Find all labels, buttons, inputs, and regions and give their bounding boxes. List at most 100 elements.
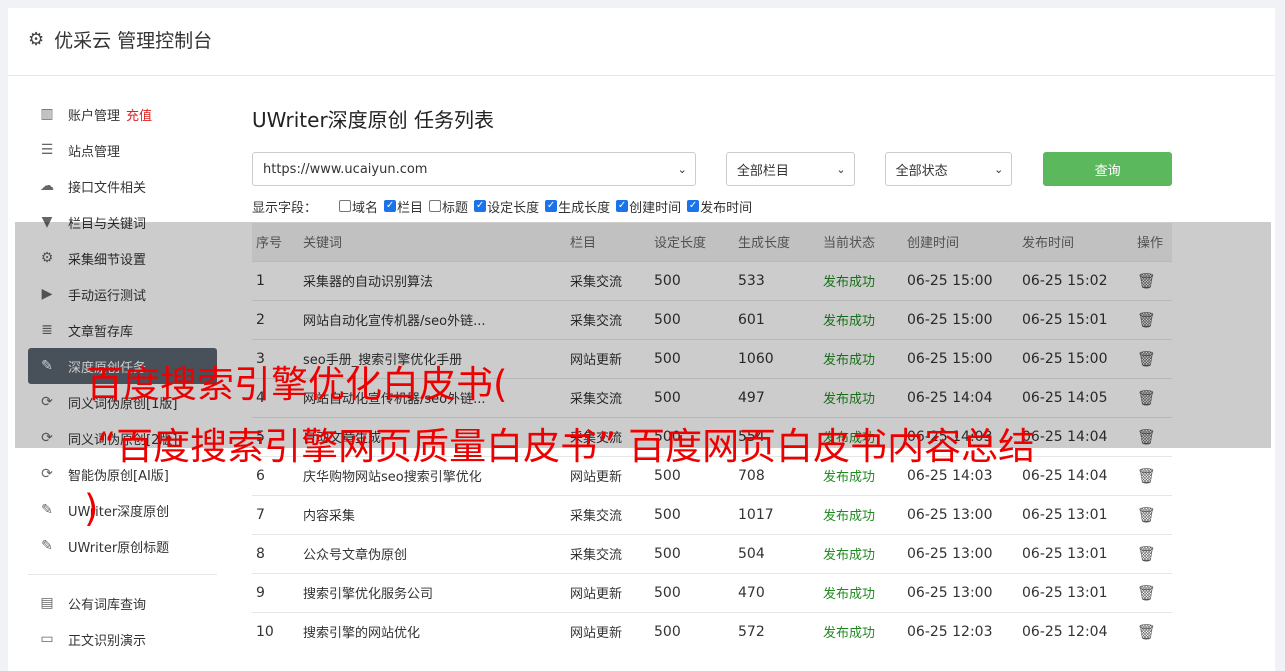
checkbox-box[interactable] bbox=[545, 200, 558, 212]
edit-icon: ✎ bbox=[41, 538, 53, 554]
action-cell: 🗑 bbox=[1133, 572, 1172, 612]
sidebar-item-group1-12[interactable]: ✎ UWriter原创标题 bbox=[28, 528, 217, 564]
table-cell: 内容采集 bbox=[299, 494, 566, 534]
table-cell: 06-25 12:03 bbox=[903, 611, 1018, 651]
table-row: 10 搜索引擎的网站优化 网站更新 500 572 发布成功 06-25 12:03 06-2… bbox=[252, 611, 1172, 651]
field-checkbox-1[interactable]: 栏目 bbox=[384, 197, 423, 216]
table-cell: 1017 bbox=[734, 494, 819, 534]
overlay-text-line1: 百度搜索引擎优化白皮书( bbox=[86, 363, 508, 406]
table-cell: 500 bbox=[650, 494, 734, 534]
monitor-icon: ▭ bbox=[40, 631, 54, 647]
field-checkbox-label: 生成长度 bbox=[558, 200, 611, 216]
display-fields: 显示字段： 域名 栏目 标题 设定长度 生成长度 创建时间 发布时间 bbox=[252, 197, 1172, 216]
overlay-text-line3: ) bbox=[84, 487, 99, 530]
chevron-down-icon: ⌄ bbox=[836, 162, 846, 176]
column-select-value: 全部栏目 bbox=[736, 163, 789, 179]
field-checkbox-label: 标题 bbox=[442, 200, 469, 216]
action-cell: 🗑 bbox=[1133, 611, 1172, 651]
sidebar-item-label: UWriter原创标题 bbox=[68, 540, 170, 556]
field-checkbox-3[interactable]: 设定长度 bbox=[474, 197, 539, 216]
trash-icon[interactable]: 🗑 bbox=[1137, 584, 1156, 602]
chevron-down-icon: ⌄ bbox=[994, 162, 1004, 176]
page-title: UWriter深度原创 任务列表 bbox=[252, 108, 495, 132]
table-cell: 500 bbox=[650, 572, 734, 612]
query-button[interactable]: 查询 bbox=[1043, 152, 1172, 186]
table-cell: 06-25 13:01 bbox=[1018, 494, 1133, 534]
sidebar-item-group1-2[interactable]: ☁ 接口文件相关 bbox=[28, 168, 217, 204]
sidebar-item-group1-11[interactable]: ✎ UWriter深度原创 bbox=[28, 492, 217, 528]
cloud-upload-icon: ☁ bbox=[40, 178, 54, 194]
chevron-down-icon: ⌄ bbox=[677, 162, 687, 176]
table-cell: 06-25 12:04 bbox=[1018, 611, 1133, 651]
trash-icon[interactable]: 🗑 bbox=[1137, 545, 1156, 563]
gear-icon: ⚙ bbox=[28, 29, 45, 50]
table-cell: 公众号文章伪原创 bbox=[299, 533, 566, 573]
table-cell: 500 bbox=[650, 611, 734, 651]
table-cell: 470 bbox=[734, 572, 819, 612]
field-checkbox-5[interactable]: 创建时间 bbox=[616, 197, 681, 216]
field-checkbox-label: 发布时间 bbox=[700, 200, 753, 216]
table-cell: 06-25 13:00 bbox=[903, 572, 1018, 612]
checkbox-box[interactable] bbox=[429, 200, 442, 212]
sidebar-item-group2-0[interactable]: ▤ 公有词库查询 bbox=[28, 585, 217, 621]
field-checkbox-label: 栏目 bbox=[397, 200, 424, 216]
site-select[interactable]: https://www.ucaiyun.com ⌄ bbox=[252, 152, 696, 186]
field-checkbox-6[interactable]: 发布时间 bbox=[687, 197, 752, 216]
table-cell: 发布成功 bbox=[819, 611, 903, 651]
field-checkbox-4[interactable]: 生成长度 bbox=[545, 197, 610, 216]
table-cell: 发布成功 bbox=[819, 572, 903, 612]
column-select[interactable]: 全部栏目 ⌄ bbox=[725, 152, 855, 186]
checkbox-box[interactable] bbox=[687, 200, 700, 212]
site-select-value: https://www.ucaiyun.com bbox=[263, 161, 428, 177]
table-cell: 发布成功 bbox=[819, 494, 903, 534]
sidebar-item-label: 正文识别演示 bbox=[68, 633, 147, 649]
sidebar-divider bbox=[28, 574, 217, 575]
table-row: 8 公众号文章伪原创 采集交流 500 504 发布成功 06-25 13:00 06-25 … bbox=[252, 533, 1172, 573]
recharge-link[interactable]: 充值 bbox=[126, 105, 152, 124]
filter-bar: https://www.ucaiyun.com ⌄ 全部栏目 ⌄ 全部状态 ⌄ … bbox=[252, 152, 1172, 186]
trash-icon[interactable]: 🗑 bbox=[1137, 506, 1156, 524]
checkbox-box[interactable] bbox=[339, 200, 352, 212]
field-checkbox-label: 设定长度 bbox=[487, 200, 540, 216]
table-cell: 500 bbox=[650, 533, 734, 573]
table-cell: 504 bbox=[734, 533, 819, 573]
table-cell: 06-25 13:01 bbox=[1018, 533, 1133, 573]
status-select-value: 全部状态 bbox=[895, 163, 948, 179]
edit-icon: ✎ bbox=[41, 502, 53, 518]
sidebar-item-group2-1[interactable]: ▭ 正文识别演示 bbox=[28, 621, 217, 657]
field-checkbox-label: 域名 bbox=[352, 200, 379, 216]
app-title: 优采云 管理控制台 bbox=[54, 30, 213, 52]
sidebar-item-label: 站点管理 bbox=[68, 144, 121, 160]
ad-overlay bbox=[15, 222, 1271, 448]
table-cell: 搜索引擎的网站优化 bbox=[299, 611, 566, 651]
status-select[interactable]: 全部状态 ⌄ bbox=[884, 152, 1013, 186]
table-row: 9 搜索引擎优化服务公司 网站更新 500 470 发布成功 06-25 13:00 06-2… bbox=[252, 572, 1172, 612]
book-icon: ▤ bbox=[40, 595, 54, 611]
checkbox-box[interactable] bbox=[384, 200, 397, 212]
table-cell: 572 bbox=[734, 611, 819, 651]
table-cell: 7 bbox=[252, 494, 299, 534]
app-header: ⚙ 优采云 管理控制台 bbox=[8, 8, 1275, 76]
table-cell: 06-25 13:01 bbox=[1018, 572, 1133, 612]
table-cell: 06-25 14:04 bbox=[1018, 455, 1133, 495]
field-checkbox-0[interactable]: 域名 bbox=[339, 197, 378, 216]
sidebar-item-group1-0[interactable]: ▥ 账户管理 充值 bbox=[28, 96, 217, 132]
table-cell: 06-25 13:00 bbox=[903, 494, 1018, 534]
overlay-text-line2: “百度搜索引擎网页质量白皮书” 百度网页白皮书内容总结 bbox=[97, 425, 1036, 468]
trash-icon[interactable]: 🗑 bbox=[1137, 623, 1156, 641]
action-cell: 🗑 bbox=[1133, 533, 1172, 573]
field-checkbox-2[interactable]: 标题 bbox=[429, 197, 468, 216]
table-row: 7 内容采集 采集交流 500 1017 发布成功 06-25 13:00 06-25 13:… bbox=[252, 494, 1172, 534]
table-cell: 搜索引擎优化服务公司 bbox=[299, 572, 566, 612]
sidebar-item-group1-1[interactable]: ☰ 站点管理 bbox=[28, 132, 217, 168]
sidebar-item-label: 接口文件相关 bbox=[68, 180, 147, 196]
trash-icon[interactable]: 🗑 bbox=[1137, 467, 1156, 485]
sidebar-item-label: 账户管理 bbox=[68, 108, 121, 124]
field-checkbox-label: 创建时间 bbox=[629, 200, 682, 216]
table-cell: 采集交流 bbox=[566, 533, 650, 573]
server-icon: ☰ bbox=[40, 142, 54, 158]
app-logo[interactable]: ⚙ 优采云 管理控制台 bbox=[28, 26, 212, 53]
checkbox-box[interactable] bbox=[616, 200, 629, 212]
refresh-icon: ⟳ bbox=[41, 466, 53, 482]
checkbox-box[interactable] bbox=[474, 200, 487, 212]
